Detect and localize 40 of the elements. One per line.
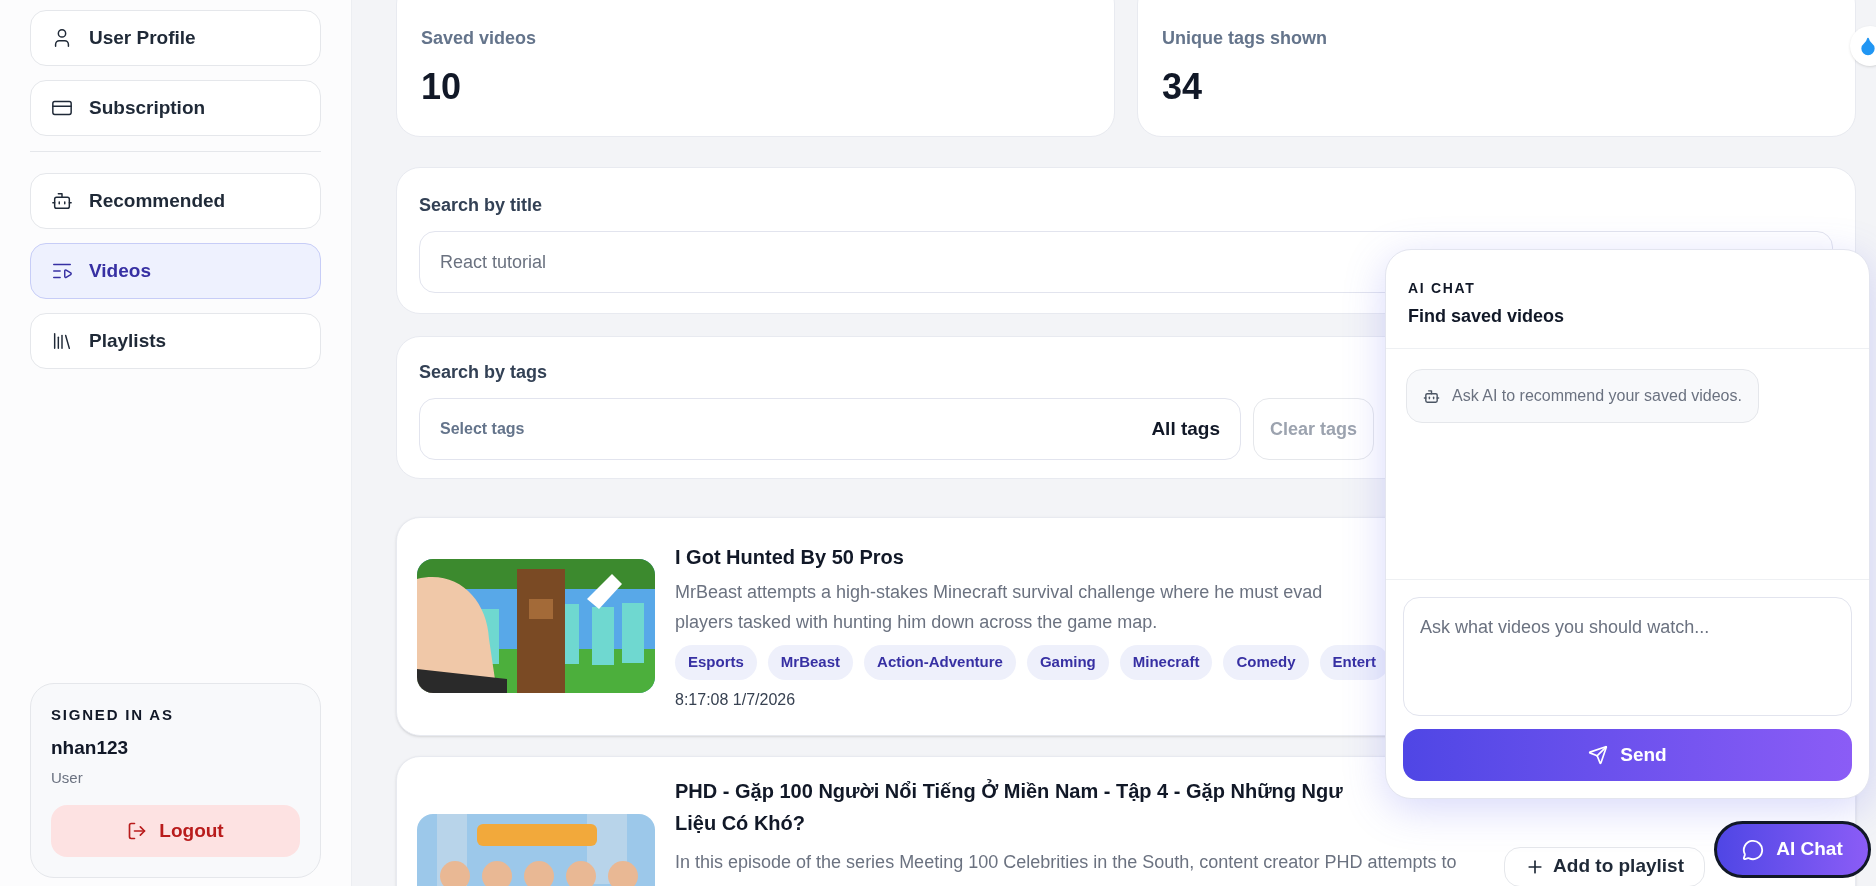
tag-chip: MrBeast <box>767 645 854 680</box>
tag-chip: Minecraft <box>1119 645 1213 680</box>
logout-icon <box>127 821 148 841</box>
add-to-playlist-button[interactable]: Add to playlist <box>1504 846 1705 886</box>
signed-in-heading: SIGNED IN AS <box>51 704 175 725</box>
username: nhan123 <box>51 736 130 760</box>
video-title: PHD - Gặp 100 Người Nổi Tiếng Ở Miền Nam - Tập 4 - Gặp Những Ngư Liệu Có Khó? <box>675 778 1343 836</box>
stat-label: Saved videos <box>421 27 538 50</box>
send-button[interactable]: Send <box>1403 729 1852 781</box>
tag-chip: Action-Adventure <box>864 645 1016 680</box>
library-icon <box>51 330 73 352</box>
sidebar-item[interactable]: Subscription <box>30 80 321 136</box>
logout-button[interactable]: Logout <box>51 805 300 857</box>
water-drop-icon <box>1858 36 1876 56</box>
tag-chip: Esports <box>675 645 757 680</box>
sidebar-item[interactable]: User Profile <box>30 10 321 66</box>
send-icon <box>1588 745 1609 765</box>
sidebar-item[interactable]: Recommended <box>30 173 321 229</box>
tag-select[interactable]: Select tags All tags <box>419 398 1241 460</box>
field-label: Search by tags <box>419 361 548 384</box>
video-title: I Got Hunted By 50 Pros <box>675 545 904 570</box>
robot-icon <box>1423 387 1440 405</box>
chat-title: Find saved videos <box>1408 305 1566 328</box>
stat-value: 10 <box>421 65 463 109</box>
video-description: In this episode of the series Meeting 100 Celebrities in the South, content creator PHD attempts to <box>675 850 1457 874</box>
tag-chip: Comedy <box>1223 645 1309 680</box>
saved-timestamp: 8:17:08 1/7/2026 <box>675 689 796 710</box>
user-role: User <box>51 767 84 788</box>
stat-label: Unique tags shown <box>1162 27 1328 50</box>
tag-chip: Gaming <box>1026 645 1109 680</box>
sidebar-item[interactable]: Videos <box>30 243 321 299</box>
ai-chat-button[interactable]: AI Chat <box>1714 821 1871 878</box>
chat-input[interactable]: Ask what videos you should watch... <box>1403 597 1852 716</box>
stat-value: 34 <box>1162 65 1204 109</box>
robot-icon <box>51 190 73 212</box>
field-label: Search by title <box>419 194 543 217</box>
sidebar-item[interactable]: Playlists <box>30 313 321 369</box>
chat-bubble-icon <box>1742 838 1765 861</box>
video-description: MrBeast attempts a high-stakes Minecraft survival challenge where he must evad players tasked with hunting him down across the game map. <box>675 581 1323 634</box>
chat-message: Ask AI to recommend your saved videos. <box>1406 369 1759 423</box>
